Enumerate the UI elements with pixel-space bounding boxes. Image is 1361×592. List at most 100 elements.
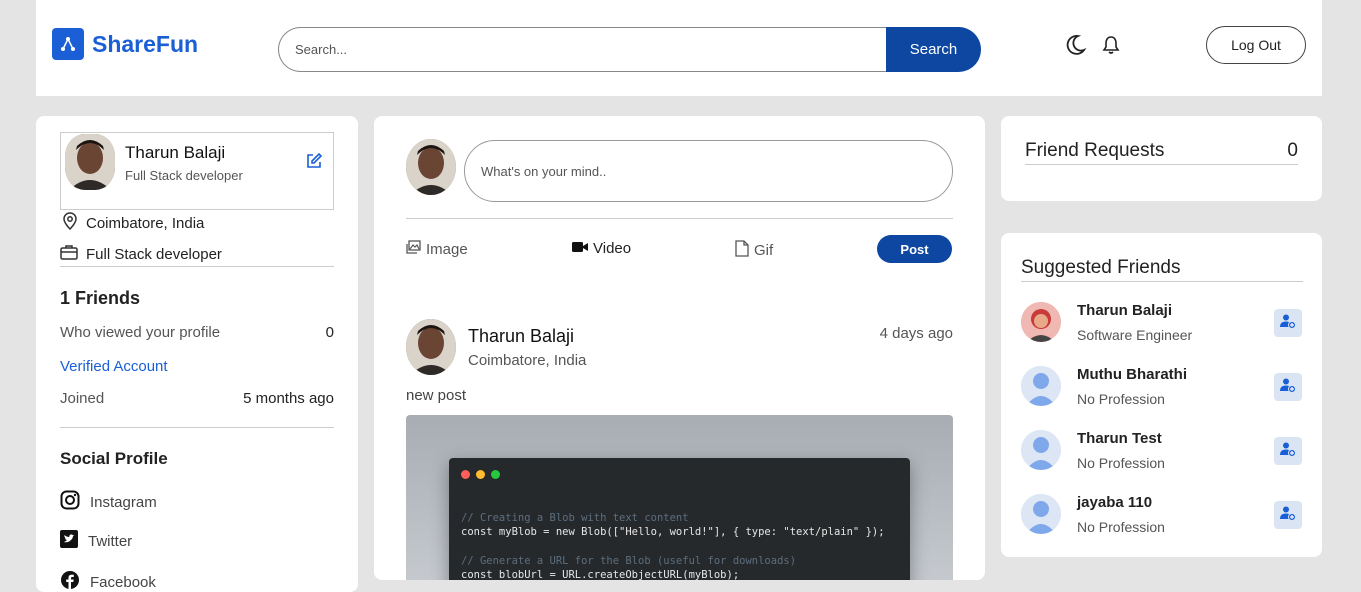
code-line: // Creating a Blob with text content — [461, 512, 689, 524]
divider — [406, 218, 953, 219]
post-image[interactable]: // Creating a Blob with text content con… — [406, 415, 953, 580]
action-label: Video — [593, 240, 632, 257]
social-label: Facebook — [90, 573, 156, 591]
logout-button[interactable]: Log Out — [1206, 26, 1306, 64]
gif-file-icon — [735, 240, 749, 261]
divider — [60, 427, 334, 428]
twitter-icon — [60, 530, 78, 552]
avatar[interactable] — [1021, 366, 1061, 406]
joined-value: 5 months ago — [243, 390, 334, 407]
divider — [1025, 164, 1298, 165]
social-label: Twitter — [88, 532, 133, 550]
attach-image-button[interactable]: Image — [406, 240, 468, 258]
add-friend-button[interactable] — [1274, 437, 1302, 465]
joined-label: Joined — [60, 390, 105, 407]
location-row: Coimbatore, India — [62, 212, 204, 234]
suggested-profession: No Profession — [1077, 519, 1165, 535]
post-author-name[interactable]: Tharun Balaji — [468, 326, 574, 347]
post-text: new post — [406, 387, 467, 404]
window-dot — [476, 470, 485, 479]
avatar[interactable] — [1021, 302, 1061, 342]
code-line: const blobUrl = URL.createObjectURL(myBl… — [461, 569, 740, 580]
post-location: Coimbatore, India — [468, 352, 587, 369]
search-bar: Search — [278, 27, 981, 72]
social-link-instagram[interactable]: Instagram — [60, 490, 157, 514]
social-label: Instagram — [90, 493, 157, 511]
profile-card: Tharun Balaji Full Stack developer Coimb… — [36, 116, 358, 592]
image-icon — [406, 240, 421, 258]
brand-name: ShareFun — [92, 30, 199, 57]
suggested-name[interactable]: Tharun Balaji — [1077, 302, 1172, 319]
divider — [1021, 281, 1303, 282]
divider — [60, 266, 334, 267]
add-user-icon — [1280, 505, 1296, 526]
instagram-icon — [60, 490, 80, 514]
moon-icon[interactable] — [1063, 33, 1087, 62]
social-link-facebook[interactable]: Facebook — [60, 570, 156, 592]
feed-card: Image Video Gif Post Tharun Balaji Coimb… — [374, 116, 985, 580]
add-friend-button[interactable] — [1274, 501, 1302, 529]
window-dot — [461, 470, 470, 479]
window-dot — [491, 470, 500, 479]
suggested-friends-card: Suggested Friends Tharun Balaji Software… — [1001, 233, 1322, 557]
suggested-name[interactable]: jayaba 110 — [1077, 494, 1152, 511]
friend-requests-label: Friend Requests — [1025, 140, 1165, 161]
list-item: Tharun Test No Profession — [1021, 430, 1303, 474]
code-line: // Generate a URL for the Blob (useful f… — [461, 555, 797, 567]
post-button[interactable]: Post — [877, 235, 952, 263]
facebook-icon — [60, 570, 80, 592]
avatar[interactable] — [406, 319, 456, 375]
share-icon — [52, 28, 84, 60]
social-link-twitter[interactable]: Twitter — [60, 530, 132, 552]
friends-count[interactable]: 1 Friends — [60, 288, 140, 309]
add-friend-button[interactable] — [1274, 373, 1302, 401]
add-user-icon — [1280, 377, 1296, 398]
add-user-icon — [1280, 441, 1296, 462]
social-profile-heading: Social Profile — [60, 449, 168, 468]
friend-requests-count: 0 — [1287, 140, 1298, 161]
profile-title: Full Stack developer — [125, 168, 243, 183]
post-timestamp: 4 days ago — [879, 325, 953, 342]
attach-gif-button[interactable]: Gif — [735, 240, 773, 261]
add-friend-button[interactable] — [1274, 309, 1302, 337]
list-item: Tharun Balaji Software Engineer — [1021, 302, 1303, 346]
top-navbar: ShareFun Search Log Out — [36, 0, 1322, 96]
attach-video-button[interactable]: Video — [572, 240, 631, 257]
video-icon — [572, 240, 588, 257]
suggested-profession: No Profession — [1077, 391, 1165, 407]
suggested-profession: Software Engineer — [1077, 327, 1193, 343]
suggested-friends-heading: Suggested Friends — [1021, 257, 1181, 278]
occupation-text: Full Stack developer — [86, 245, 222, 263]
profile-summary: Tharun Balaji Full Stack developer — [60, 132, 334, 210]
suggested-name[interactable]: Tharun Test — [1077, 430, 1162, 447]
location-text: Coimbatore, India — [86, 214, 205, 232]
edit-icon[interactable] — [305, 152, 323, 175]
friend-requests-card[interactable]: Friend Requests 0 — [1001, 116, 1322, 201]
briefcase-icon — [60, 244, 78, 264]
suggested-name[interactable]: Muthu Bharathi — [1077, 366, 1187, 383]
code-window-image: // Creating a Blob with text content con… — [449, 458, 910, 580]
bell-icon[interactable] — [1102, 35, 1120, 60]
list-item: jayaba 110 No Profession — [1021, 494, 1303, 538]
occupation-row: Full Stack developer — [60, 244, 222, 264]
avatar[interactable] — [65, 134, 115, 190]
search-input[interactable] — [278, 27, 890, 72]
joined-row: Joined 5 months ago — [60, 390, 334, 407]
suggested-profession: No Profession — [1077, 455, 1165, 471]
action-label: Image — [426, 240, 468, 258]
list-item: Muthu Bharathi No Profession — [1021, 366, 1303, 410]
brand-logo[interactable]: ShareFun — [52, 28, 198, 60]
action-label: Gif — [754, 242, 774, 259]
verified-account-link[interactable]: Verified Account — [60, 358, 168, 375]
profile-name: Tharun Balaji — [125, 143, 226, 162]
code-line: const myBlob = new Blob(["Hello, world!"… — [461, 526, 885, 538]
profile-views-count: 0 — [325, 324, 334, 341]
avatar[interactable] — [1021, 430, 1061, 470]
map-pin-icon — [62, 212, 78, 234]
add-user-icon — [1280, 313, 1296, 334]
search-button[interactable]: Search — [886, 27, 981, 72]
post-composer-input[interactable] — [464, 140, 953, 202]
profile-views-label: Who viewed your profile — [60, 324, 221, 341]
avatar[interactable] — [406, 139, 456, 195]
avatar[interactable] — [1021, 494, 1061, 534]
